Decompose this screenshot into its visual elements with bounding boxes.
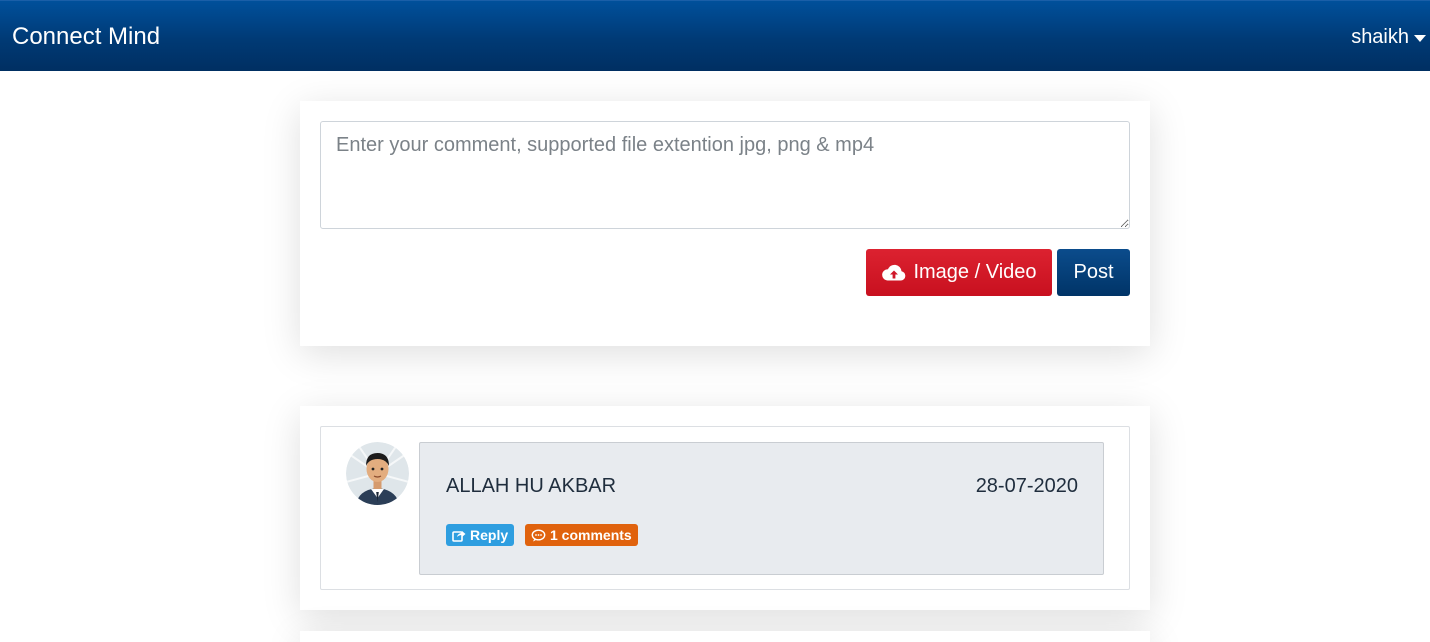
user-menu-dropdown[interactable]: shaikh xyxy=(1351,25,1426,49)
upload-button-label: Image / Video xyxy=(913,261,1037,283)
post-button[interactable]: Post xyxy=(1057,249,1130,296)
comment-icon xyxy=(531,528,546,541)
post-bubble: ALLAH HU AKBAR 28-07-2020 Reply 1 commen… xyxy=(419,442,1104,575)
share-icon xyxy=(452,530,466,542)
next-feed-card xyxy=(300,631,1150,642)
caret-down-icon xyxy=(1414,34,1426,42)
post-composer-card: Image / Video Post xyxy=(300,101,1150,346)
cloud-upload-icon xyxy=(882,264,906,280)
comment-input[interactable] xyxy=(320,121,1130,229)
comments-count-button[interactable]: 1 comments xyxy=(525,524,638,546)
post-item: ALLAH HU AKBAR 28-07-2020 Reply 1 commen… xyxy=(320,426,1130,590)
post-text: ALLAH HU AKBAR xyxy=(446,475,617,497)
reply-label: Reply xyxy=(470,527,509,543)
upload-image-video-button[interactable]: Image / Video xyxy=(866,249,1052,296)
comments-label: 1 comments xyxy=(550,527,632,543)
feed-card: ALLAH HU AKBAR 28-07-2020 Reply 1 commen… xyxy=(300,406,1150,610)
avatar xyxy=(346,442,409,505)
post-date: 28-07-2020 xyxy=(975,475,1078,497)
user-name: shaikh xyxy=(1351,26,1409,48)
brand-link[interactable]: Connect Mind xyxy=(12,23,160,51)
reply-button[interactable]: Reply xyxy=(446,524,515,546)
top-navbar: Connect Mind shaikh xyxy=(0,0,1430,71)
